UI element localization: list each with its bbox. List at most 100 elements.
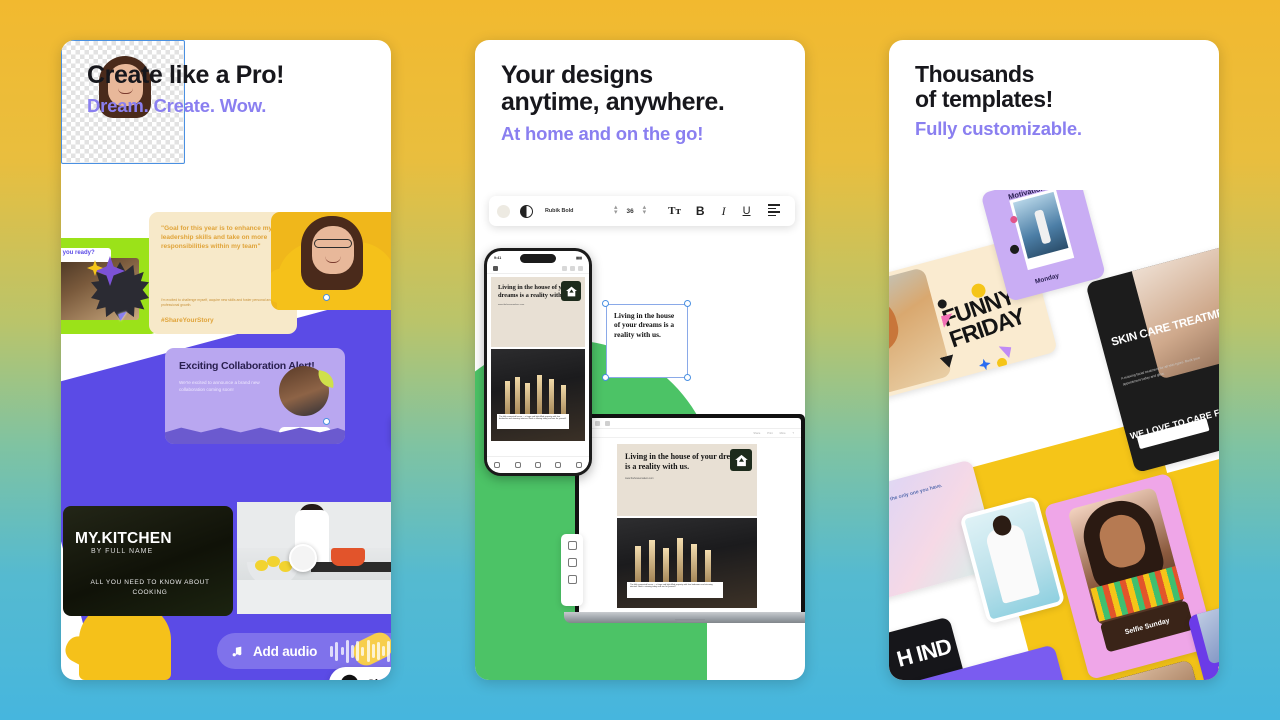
add-audio-button[interactable]: Add audio	[217, 633, 391, 669]
text-format-toolbar[interactable]: Rubik Bold ▴ ▾ 36 ▴ ▾ Tт B I U	[489, 196, 795, 226]
align-icon[interactable]	[767, 204, 780, 218]
collab-body: We're excited to announce a brand new co…	[179, 380, 260, 393]
tab-text[interactable]	[534, 462, 541, 468]
font-size-value[interactable]: 36	[627, 208, 634, 215]
quote-hashtag: #ShareYourStory	[161, 317, 214, 324]
template-grid-rotated: FUNNY FRIDAY Motivation Monday SKIN CARE…	[889, 190, 1219, 680]
font-size-stepper[interactable]: ▴ ▾	[643, 204, 647, 216]
laptop-poster[interactable]: Living in the house of your dreams is a …	[617, 444, 757, 516]
page-title-line2: anytime, anywhere.	[501, 88, 725, 117]
motivation-figure	[1033, 209, 1052, 245]
audio-track-player[interactable]: Sketree	[329, 667, 391, 680]
tab-templates[interactable]	[494, 462, 501, 468]
gradient-quote-label: Take care of your skin, it's the only on…	[889, 482, 944, 519]
motivation-label-bottom: Monday	[1034, 272, 1060, 286]
panel2-header: Your designs anytime, anywhere. At home …	[475, 40, 805, 145]
selected-text-value: Living in the house of your dreams is a …	[614, 311, 675, 339]
tool-shapes-icon[interactable]	[567, 541, 577, 550]
laptop-menu-share[interactable]: Share	[753, 432, 760, 435]
template-gallery: FUNNY FRIDAY Motivation Monday SKIN CARE…	[889, 190, 1219, 680]
panel-your-designs-anywhere: Your designs anytime, anywhere. At home …	[475, 40, 805, 680]
selected-text-box[interactable]: Living in the house of your dreams is a …	[606, 304, 688, 378]
laptop-menu-print[interactable]: Print	[767, 432, 772, 435]
track-name: Sketree	[367, 677, 391, 681]
text-resize-handle-br[interactable]	[684, 374, 691, 381]
laptop-menu-more[interactable]: More	[780, 432, 786, 435]
tab-images[interactable]	[514, 462, 521, 468]
text-resize-handle-bl[interactable]	[602, 374, 609, 381]
text-resize-handle-tl[interactable]	[602, 300, 609, 307]
tool-text-icon[interactable]	[567, 558, 577, 567]
font-name-value[interactable]: Rubik Bold	[545, 208, 605, 214]
page-subtitle: Fully customizable.	[915, 118, 1082, 140]
tab-profile[interactable]	[575, 462, 582, 468]
resize-handle-tl[interactable]	[323, 294, 330, 301]
underline-button[interactable]: U	[743, 205, 751, 217]
kitchen-counter	[237, 580, 391, 614]
add-audio-label: Add audio	[253, 643, 318, 659]
laptop-mockup: Share Print More ? Living in the house o…	[564, 414, 805, 626]
laptop-menu-bar[interactable]: Share Print More ?	[579, 429, 801, 438]
resize-handle-bl[interactable]	[323, 418, 330, 425]
panel-create-like-a-pro: Create like a Pro! Dream. Create. Wow. A…	[61, 40, 391, 680]
video-byline: BY FULL NAME	[91, 548, 154, 555]
green-story-tile[interactable]: Are you ready?	[61, 238, 159, 334]
laptop-menu-help[interactable]: ?	[793, 432, 794, 435]
video-title: MY.KITCHEN	[75, 530, 172, 547]
laptop-app-window: Share Print More ? Living in the house o…	[579, 418, 801, 612]
cooking-pot	[331, 548, 365, 566]
video-tagline: ALL YOU NEED TO KNOW ABOUT COOKING	[90, 579, 210, 596]
decor-sparkle-blue	[977, 357, 992, 372]
phone-photo-caption: The fully renovated house — a large and …	[497, 414, 569, 429]
home-logo-icon	[561, 281, 581, 301]
phone-poster[interactable]: Living in the house of your dreams is a …	[491, 277, 585, 347]
italic-button[interactable]: I	[722, 204, 726, 219]
video-trim-handle[interactable]	[289, 544, 317, 572]
font-name-stepper[interactable]: ▴ ▾	[614, 204, 618, 216]
panel1-canvas: Are you ready? "Goal for this year is to…	[61, 40, 391, 680]
home-logo-icon	[730, 449, 752, 471]
audio-waveform	[330, 639, 391, 663]
skin-care-slogan: WE LOVE TO CARE FOR YOUR BEAUTY	[1128, 397, 1219, 442]
motivation-photo	[1012, 191, 1069, 259]
phone-mockup: 9:41 ▮▮▮ Living in the house of your drea…	[484, 248, 592, 476]
funny-friday-photo	[889, 267, 953, 405]
phone-nav-bar[interactable]	[487, 264, 589, 274]
laptop-toolbar[interactable]	[579, 418, 801, 429]
page-title-line1: Your designs	[501, 61, 653, 89]
editor-side-toolbar[interactable]	[561, 534, 583, 606]
laptop-base	[564, 612, 805, 623]
page-title-line2: of templates!	[915, 86, 1053, 113]
laptop-house-photo[interactable]: The fully renovated house — a large and …	[617, 518, 757, 608]
laptop-tool-3-icon[interactable]	[605, 420, 610, 426]
funny-friday-hair	[889, 290, 904, 363]
behind-camera-label: H IND	[894, 633, 954, 672]
phone-tab-bar[interactable]	[487, 456, 589, 473]
play-icon	[341, 674, 358, 680]
glasses-icon	[314, 239, 352, 248]
page-subtitle: Dream. Create. Wow.	[87, 95, 267, 117]
phone-poster-url: www.thehousemakers.com	[498, 303, 525, 306]
phone-house-photo[interactable]: The fully renovated house — a large and …	[491, 349, 585, 441]
tab-more[interactable]	[555, 462, 562, 468]
bold-button[interactable]: B	[696, 204, 705, 218]
laptop-tool-2-icon[interactable]	[595, 420, 600, 426]
panel3-header: Thousands of templates! Fully customizab…	[889, 40, 1219, 140]
text-resize-handle-tr[interactable]	[684, 300, 691, 307]
yellow-portrait-tile[interactable]	[271, 212, 391, 310]
tool-upload-icon[interactable]	[567, 575, 577, 584]
panel-thousands-of-templates: Thousands of templates! Fully customizab…	[889, 40, 1219, 680]
page-title: Create like a Pro!	[87, 61, 285, 89]
phone-notch	[520, 254, 556, 263]
phone-screen: 9:41 ▮▮▮ Living in the house of your drea…	[487, 251, 589, 473]
screenshot-stage: Create like a Pro! Dream. Create. Wow. A…	[0, 0, 1280, 720]
video-thumbnail-left[interactable]: MY.KITCHEN BY FULL NAME ALL YOU NEED TO …	[63, 506, 233, 616]
color-swatch-icon[interactable]	[497, 204, 510, 218]
panel1-header: Create like a Pro! Dream. Create. Wow.	[61, 40, 391, 117]
laptop-canvas[interactable]: Living in the house of your dreams is a …	[617, 444, 757, 608]
collaboration-tile[interactable]: Exciting Collaboration Alert! We're exci…	[165, 348, 345, 444]
text-size-icon[interactable]: Tт	[668, 205, 681, 217]
laptop-base-notch	[675, 619, 705, 622]
page-title-line1: Thousands	[915, 61, 1035, 87]
contrast-icon[interactable]	[520, 204, 533, 218]
